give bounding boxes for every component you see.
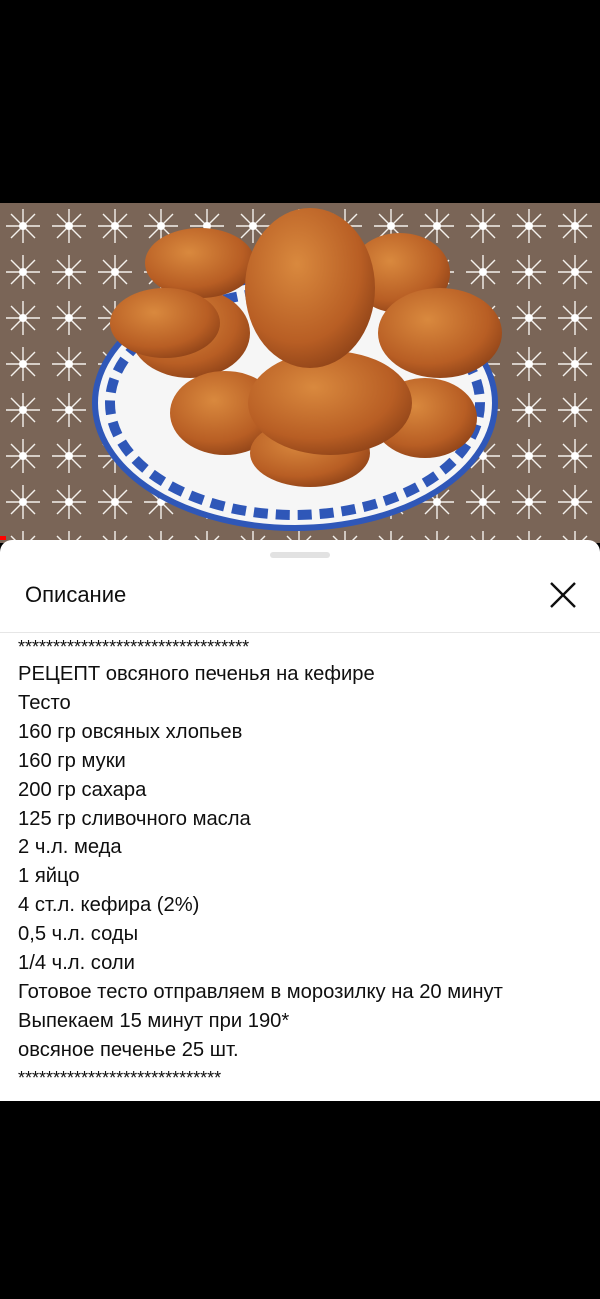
- cookie-plate-image: [0, 203, 600, 543]
- close-button[interactable]: [544, 576, 582, 614]
- description-panel: Описание *******************************…: [0, 540, 600, 1101]
- ingredient-line: 1 яйцо: [18, 865, 80, 888]
- instruction-line: Готовое тесто отправляем в морозилку на …: [18, 980, 503, 1003]
- ingredient-line: 160 гр овсяных хлопьев: [18, 720, 243, 743]
- ingredient-line: 4 ст.л. кефира (2%): [18, 894, 200, 917]
- recipe-title: РЕЦЕПТ овсяного печенья на кефире: [18, 663, 375, 685]
- separator-line: *****************************: [18, 1067, 222, 1088]
- close-icon: [550, 582, 576, 608]
- ingredient-line: 160 гр муки: [18, 749, 126, 772]
- drag-handle[interactable]: [270, 552, 330, 558]
- ingredient-line: 2 ч.л. меда: [18, 836, 122, 859]
- yield-line: овсяное печенье 25 шт.: [18, 1038, 239, 1061]
- ingredient-line: 200 гр сахара: [18, 778, 147, 801]
- section-heading: Тесто: [18, 691, 71, 714]
- video-progress-bar[interactable]: [0, 536, 6, 540]
- panel-title: Описание: [25, 582, 127, 607]
- separator-line: *********************************: [18, 637, 250, 657]
- ingredient-line: 125 гр сливочного масла: [18, 807, 251, 830]
- ingredient-line: 0,5 ч.л. соды: [18, 923, 139, 946]
- video-player[interactable]: [0, 203, 600, 543]
- instruction-line: Выпекаем 15 минут при 190*: [18, 1009, 290, 1032]
- panel-header: Описание: [0, 560, 600, 633]
- ingredient-line: 1/4 ч.л. соли: [18, 952, 135, 975]
- description-text: ********************************* РЕЦЕПТ…: [18, 634, 593, 1091]
